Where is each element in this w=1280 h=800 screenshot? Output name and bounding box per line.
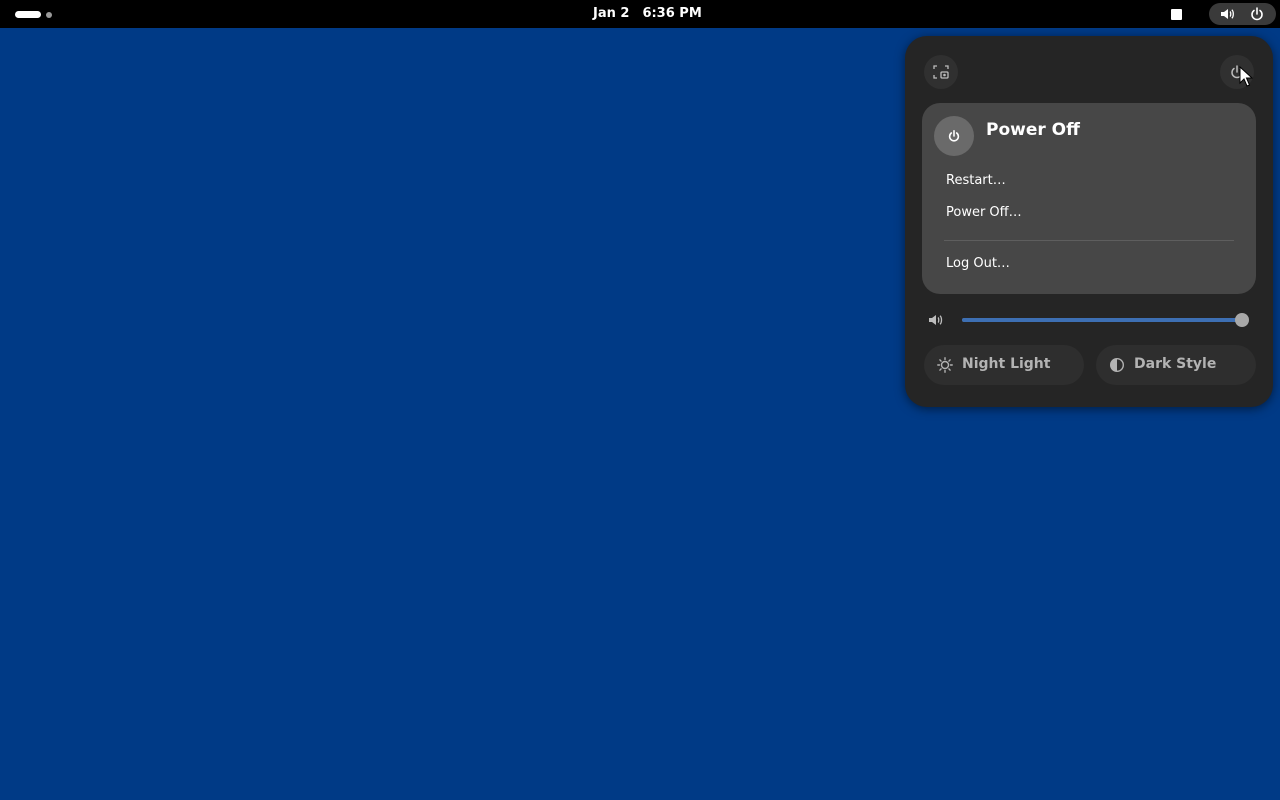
clock-date: Jan 2 — [593, 6, 630, 21]
power-menu-header-icon — [934, 116, 974, 156]
sun-icon — [937, 357, 953, 373]
system-status-menu[interactable] — [1209, 3, 1276, 25]
workspace-indicator-dot — [46, 12, 52, 18]
dark-style-label: Dark Style — [1134, 356, 1217, 372]
menu-separator — [944, 240, 1234, 241]
power-menu-title: Power Off — [986, 120, 1080, 140]
power-off-menu-item[interactable]: Power Off… — [934, 200, 1244, 226]
workspace-indicator-active — [15, 11, 41, 18]
volume-slider-handle[interactable] — [1235, 313, 1249, 327]
screen-recording-indicator-icon[interactable] — [1171, 9, 1182, 20]
speaker-icon — [1219, 6, 1235, 22]
volume-slider[interactable] — [962, 318, 1242, 322]
log-out-menu-item[interactable]: Log Out… — [934, 251, 1244, 277]
night-light-label: Night Light — [962, 356, 1051, 372]
contrast-icon — [1109, 357, 1125, 373]
restart-menu-item[interactable]: Restart… — [934, 168, 1244, 194]
quick-settings-panel: Power Off Restart… Power Off… Log Out… N… — [905, 36, 1273, 407]
activities-button[interactable] — [10, 6, 58, 22]
mouse-cursor-icon — [1239, 66, 1253, 87]
clock-time: 6:36 PM — [642, 6, 702, 21]
top-bar: Jan 2 6:36 PM — [0, 0, 1280, 28]
power-icon — [1249, 6, 1265, 22]
volume-slider-fill — [962, 318, 1242, 322]
power-icon — [948, 129, 960, 142]
screenshot-icon — [933, 65, 949, 79]
dark-style-toggle[interactable]: Dark Style — [1096, 345, 1256, 385]
clock-button[interactable]: Jan 2 6:36 PM — [580, 4, 702, 24]
speaker-icon[interactable] — [928, 312, 946, 328]
power-off-menu: Power Off Restart… Power Off… Log Out… — [922, 103, 1256, 294]
night-light-toggle[interactable]: Night Light — [924, 345, 1084, 385]
screenshot-button[interactable] — [924, 55, 958, 89]
